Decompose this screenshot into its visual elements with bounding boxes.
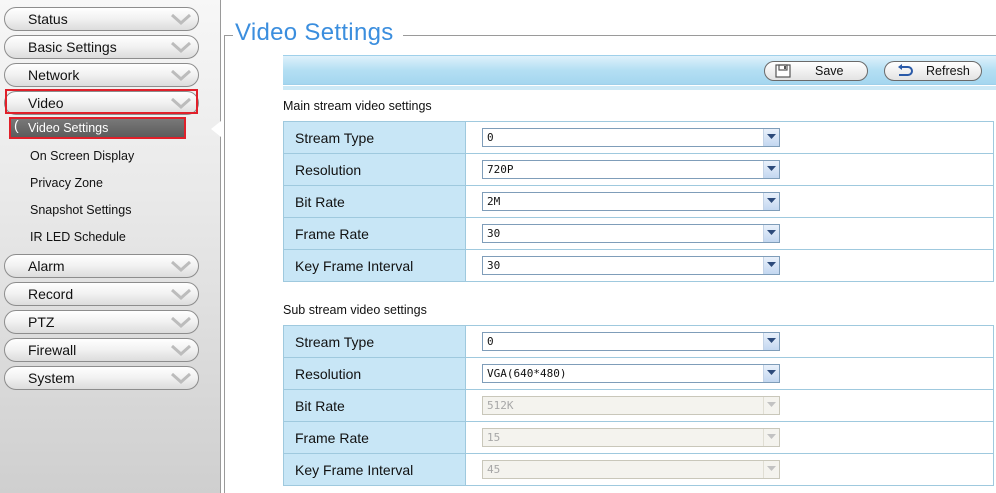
table-row: Stream Type 0 [283, 325, 994, 358]
floppy-disk-icon [775, 64, 791, 78]
save-button[interactable]: Save [764, 61, 868, 81]
table-row: Stream Type 0 [283, 121, 994, 154]
sidebar-subitem-privacy-zone[interactable]: Privacy Zone [30, 176, 103, 190]
dropdown-arrow-icon [763, 225, 779, 242]
video-settings-selected-outline [9, 117, 186, 139]
table-row: Key Frame Interval 30 [283, 249, 994, 282]
select-value: 0 [487, 335, 494, 348]
sidebar-item-label: Alarm [28, 258, 65, 274]
chevron-down-icon [171, 288, 191, 301]
sidebar-item-firewall[interactable]: Firewall [4, 338, 199, 362]
sidebar-item-label: Record [28, 286, 74, 302]
chevron-down-icon [171, 69, 191, 82]
chevron-down-icon [171, 41, 191, 54]
sidebar-item-basic-settings[interactable]: Basic Settings [4, 35, 199, 59]
dropdown-arrow-icon [763, 129, 779, 146]
sub-bit-rate-select: 512K [482, 396, 780, 415]
sub-frame-rate-select: 15 [482, 428, 780, 447]
field-label: Frame Rate [283, 421, 466, 454]
undo-arrow-icon [898, 64, 913, 76]
sidebar-subitem-on-screen-display[interactable]: On Screen Display [30, 149, 134, 163]
select-value: 30 [487, 259, 501, 272]
select-value: 720P [487, 163, 514, 176]
dropdown-arrow-icon [763, 257, 779, 274]
table-row: Frame Rate 30 [283, 217, 994, 250]
chevron-down-icon [171, 260, 191, 273]
sidebar-item-status[interactable]: Status [4, 7, 199, 31]
sub-stream-type-select[interactable]: 0 [482, 332, 780, 351]
select-value: VGA(640*480) [487, 367, 567, 380]
main-resolution-select[interactable]: 720P [482, 160, 780, 179]
sidebar-item-label: Status [28, 11, 68, 27]
field-label: Bit Rate [283, 389, 466, 422]
chevron-down-icon [171, 344, 191, 357]
sidebar-item-network[interactable]: Network [4, 63, 199, 87]
sub-stream-table: Stream Type 0 Resolution VGA(640*480) Bi… [283, 325, 994, 486]
field-label: Resolution [283, 153, 466, 186]
sub-resolution-select[interactable]: VGA(640*480) [482, 364, 780, 383]
fieldset-border [224, 35, 233, 36]
sidebar-item-system[interactable]: System [4, 366, 199, 390]
select-value: 45 [487, 463, 501, 476]
field-label: Stream Type [283, 325, 466, 358]
sidebar-item-record[interactable]: Record [4, 282, 199, 306]
field-label: Key Frame Interval [283, 453, 466, 486]
select-value: 0 [487, 131, 494, 144]
dropdown-arrow-icon [763, 365, 779, 382]
save-label: Save [815, 64, 844, 78]
sidebar-item-label: System [28, 370, 75, 386]
select-value: 2M [487, 195, 501, 208]
page-title: Video Settings [235, 19, 394, 46]
sidebar-item-ptz[interactable]: PTZ [4, 310, 199, 334]
video-selected-outline [5, 89, 198, 114]
table-row: Resolution VGA(640*480) [283, 357, 994, 390]
dropdown-arrow-icon [763, 429, 779, 446]
select-value: 512K [487, 399, 514, 412]
field-label: Key Frame Interval [283, 249, 466, 282]
table-row: Frame Rate 15 [283, 421, 994, 454]
dropdown-arrow-icon [763, 193, 779, 210]
fieldset-border [403, 35, 996, 36]
sub-key-frame-interval-select: 45 [482, 460, 780, 479]
chevron-down-icon [171, 316, 191, 329]
main-key-frame-interval-select[interactable]: 30 [482, 256, 780, 275]
sidebar-item-label: PTZ [28, 314, 55, 330]
dropdown-arrow-icon [763, 333, 779, 350]
dropdown-arrow-icon [763, 461, 779, 478]
refresh-label: Refresh [926, 64, 970, 78]
chevron-down-icon [171, 13, 191, 26]
table-row: Bit Rate 512K [283, 389, 994, 422]
select-value: 15 [487, 431, 501, 444]
sub-stream-title: Sub stream video settings [283, 303, 427, 317]
field-label: Resolution [283, 357, 466, 390]
sidebar-nav: Status Basic Settings Network Video ( Vi… [0, 0, 221, 493]
field-label: Frame Rate [283, 217, 466, 250]
sidebar-item-alarm[interactable]: Alarm [4, 254, 199, 278]
toolbar-shadow [283, 86, 996, 90]
sidebar-subitem-snapshot-settings[interactable]: Snapshot Settings [30, 203, 131, 217]
active-page-pointer [211, 121, 221, 137]
table-row: Key Frame Interval 45 [283, 453, 994, 486]
main-stream-title: Main stream video settings [283, 99, 432, 113]
sidebar-item-label: Firewall [28, 342, 77, 358]
main-stream-type-select[interactable]: 0 [482, 128, 780, 147]
sidebar-item-label: Basic Settings [28, 39, 117, 55]
sidebar-item-label: Network [28, 67, 80, 83]
field-label: Bit Rate [283, 185, 466, 218]
main-stream-table: Stream Type 0 Resolution 720P Bit Rate 2… [283, 121, 994, 282]
chevron-down-icon [171, 372, 191, 385]
table-row: Resolution 720P [283, 153, 994, 186]
fieldset-border [224, 35, 225, 493]
sidebar-subitem-ir-led-schedule[interactable]: IR LED Schedule [30, 230, 126, 244]
dropdown-arrow-icon [763, 161, 779, 178]
toolbar: Save Refresh [283, 55, 996, 85]
field-label: Stream Type [283, 121, 466, 154]
dropdown-arrow-icon [763, 397, 779, 414]
refresh-button[interactable]: Refresh [884, 61, 982, 81]
main-frame-rate-select[interactable]: 30 [482, 224, 780, 243]
table-row: Bit Rate 2M [283, 185, 994, 218]
select-value: 30 [487, 227, 501, 240]
main-bit-rate-select[interactable]: 2M [482, 192, 780, 211]
